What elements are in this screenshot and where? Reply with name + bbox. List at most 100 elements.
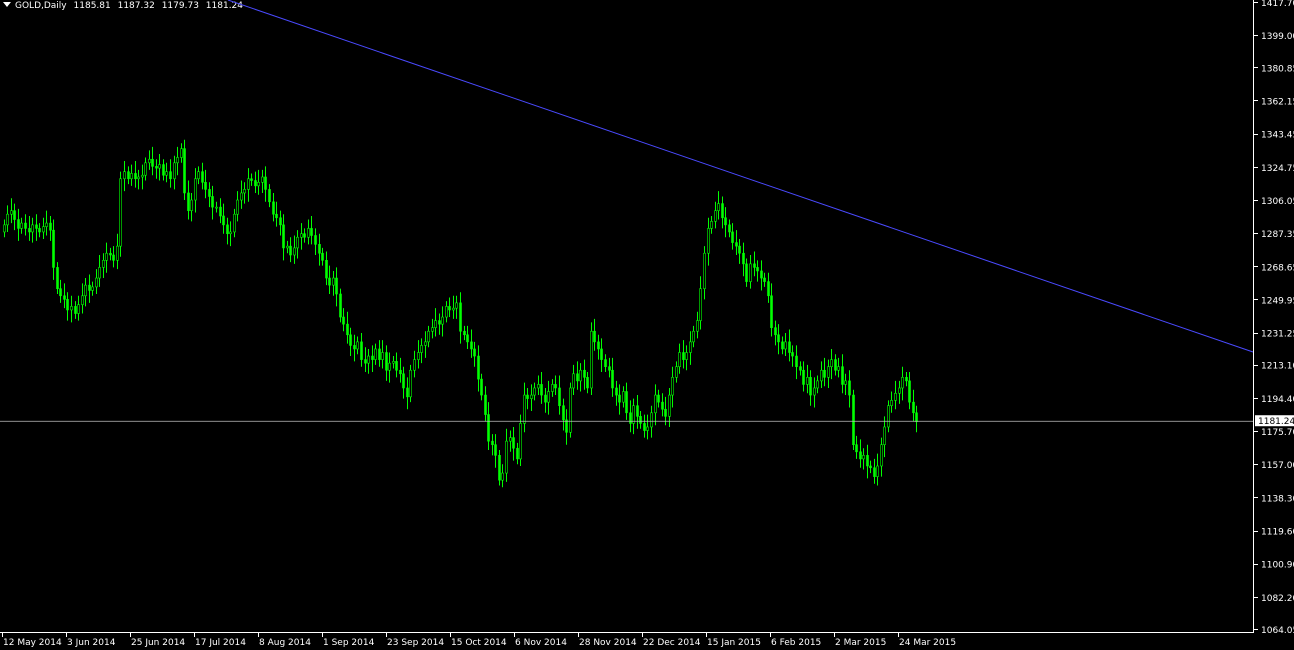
- candle-body: [222, 215, 225, 226]
- candle-body: [211, 196, 214, 208]
- candle-body: [593, 330, 596, 343]
- candle-body: [42, 226, 45, 233]
- candle-body: [84, 284, 87, 297]
- candle-body: [714, 210, 717, 222]
- candle-body: [554, 384, 557, 389]
- candle-body: [562, 405, 565, 421]
- price-chart[interactable]: 1417.70 1399.00 1380.85 1362.15 1343.45 1324.…: [0, 0, 1294, 650]
- candle-body: [844, 380, 847, 385]
- candle-body: [526, 394, 529, 399]
- y-tick-label: 1306.05: [1261, 197, 1294, 207]
- candle-body: [328, 277, 331, 286]
- y-tick-label: 1343.45: [1261, 131, 1294, 141]
- candle-body: [148, 158, 151, 164]
- candle-body: [671, 377, 674, 396]
- candle-body: [852, 394, 855, 446]
- candle-body: [516, 447, 519, 460]
- candle-body: [105, 252, 108, 261]
- candle-body: [31, 224, 34, 233]
- candle-body: [707, 228, 710, 254]
- candle-body: [45, 222, 48, 227]
- candle-body: [685, 352, 688, 360]
- candle-body: [788, 341, 791, 353]
- candle-body: [374, 348, 377, 360]
- candle-body: [417, 352, 420, 360]
- candle-body: [848, 380, 851, 396]
- candle-body: [661, 401, 664, 410]
- candle-body: [307, 228, 310, 238]
- candle-body: [491, 440, 494, 446]
- candle-body: [296, 236, 299, 249]
- candle-body: [399, 369, 402, 375]
- candle-body: [753, 263, 756, 268]
- candle-body: [898, 387, 901, 394]
- candle-body: [63, 295, 66, 300]
- candle-body: [657, 394, 660, 403]
- candle-body: [395, 361, 398, 371]
- candle-body: [890, 400, 893, 406]
- y-tick-label: 1380.85: [1261, 64, 1294, 74]
- candle-body: [611, 369, 614, 389]
- candle-body: [452, 307, 455, 311]
- candle-body: [321, 252, 324, 261]
- candle-body: [813, 387, 816, 396]
- candle-body: [668, 394, 671, 417]
- candle-body: [823, 369, 826, 378]
- y-tick-label: 1194.40: [1261, 395, 1294, 405]
- candle-body: [873, 467, 876, 477]
- candle-body: [866, 455, 869, 467]
- candle-body: [710, 221, 713, 229]
- candle-body: [569, 387, 572, 433]
- candle-body: [155, 166, 158, 169]
- candle-body: [332, 277, 335, 286]
- candle-body: [109, 252, 112, 256]
- candle-body: [250, 178, 253, 181]
- candle-body: [802, 369, 805, 385]
- candle-body: [551, 384, 554, 392]
- candle-body: [756, 267, 759, 272]
- candle-body: [81, 295, 84, 305]
- candle-body: [169, 171, 172, 180]
- candle-body: [272, 201, 275, 215]
- x-tick-label: 1 Sep 2014: [323, 638, 375, 648]
- candle-body: [894, 392, 897, 401]
- candle-body: [806, 377, 809, 385]
- candle-body: [717, 203, 720, 211]
- candle-body: [52, 229, 55, 268]
- candle-body: [915, 412, 918, 422]
- candle-body: [137, 176, 140, 180]
- candle-body: [240, 192, 243, 201]
- candle-body: [604, 359, 607, 367]
- candle-body: [781, 341, 784, 350]
- candle-body: [300, 233, 303, 238]
- candle-body: [243, 189, 246, 194]
- candle-body: [859, 451, 862, 460]
- candle-body: [459, 302, 462, 332]
- x-tick-label: 6 Feb 2015: [771, 638, 821, 648]
- candle-body: [95, 277, 98, 288]
- candle-body: [455, 302, 458, 309]
- candle-body: [827, 366, 830, 378]
- candle-body: [194, 178, 197, 201]
- y-tick-label: 1213.10: [1261, 362, 1294, 372]
- candle-body: [639, 416, 642, 424]
- candle-body: [586, 377, 589, 389]
- candle-body: [760, 270, 763, 279]
- candle-body: [625, 391, 628, 414]
- candle-body: [505, 440, 508, 474]
- candle-body: [735, 242, 738, 247]
- candle-body: [448, 306, 451, 311]
- candle-body: [346, 323, 349, 336]
- candle-body: [600, 348, 603, 360]
- candle-body: [731, 231, 734, 243]
- candle-body: [643, 423, 646, 431]
- candle-body: [236, 199, 239, 215]
- candle-body: [431, 327, 434, 332]
- candle-body: [402, 373, 405, 389]
- y-tick-label: 1119.60: [1261, 528, 1294, 538]
- candle-body: [335, 277, 338, 295]
- candle-body: [268, 189, 271, 203]
- candle-body: [264, 176, 267, 190]
- trendline[interactable]: [227, 0, 1254, 353]
- candle-body: [646, 426, 649, 431]
